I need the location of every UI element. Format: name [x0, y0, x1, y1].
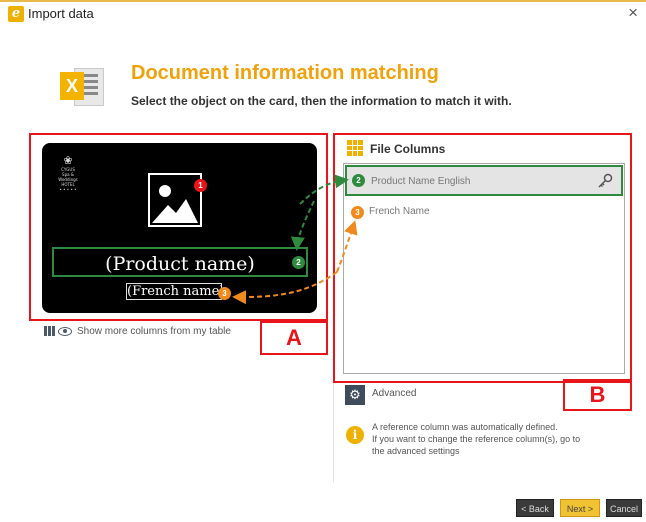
green-link-arrow-up	[299, 174, 349, 205]
green-link-arrow-down	[290, 200, 315, 251]
orange-link-arrow-up	[336, 220, 358, 273]
orange-link-arrow-left	[232, 271, 338, 305]
mapping-arrows	[232, 174, 358, 305]
